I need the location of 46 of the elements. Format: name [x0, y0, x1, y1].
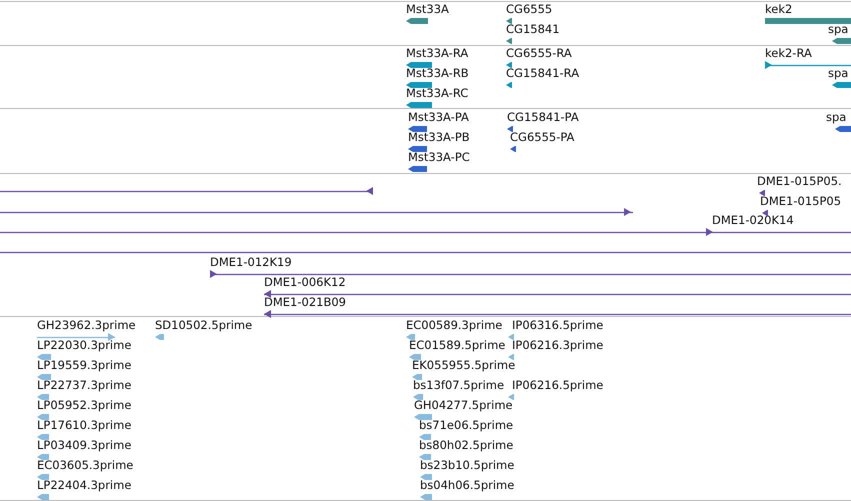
feature-label: Mst33A-PA — [408, 111, 469, 124]
feature-label: DME1-015P05 — [760, 195, 842, 208]
feature-label: LP05952.3prime — [37, 399, 132, 412]
feature-label: Mst33A-RC — [406, 87, 468, 100]
feature-label: LP19559.3prime — [37, 359, 132, 372]
feature-label: Mst33A-PB — [408, 131, 470, 144]
feature-label: kek2 — [765, 3, 792, 16]
feature-label: GH04277.5prime — [414, 399, 513, 412]
feature-label: EK055955.5prime — [412, 359, 516, 372]
feature-label: bs80h02.5prime — [419, 439, 514, 452]
feature-label: DME1-015P05. — [757, 175, 842, 188]
feature-label: CG15841 — [506, 23, 560, 36]
feature-label: EC01589.5prime — [409, 339, 506, 352]
feature-label: CG6555-PA — [510, 131, 574, 144]
feature-label: DME1-012K19 — [210, 256, 292, 269]
feature-label: LP03409.3prime — [37, 439, 132, 452]
feature-label: spa — [828, 23, 848, 36]
feature-label: GH23962.3prime — [37, 319, 136, 332]
feature-label: IP06316.5prime — [512, 319, 604, 332]
feature-label: bs23b10.5prime — [420, 459, 514, 472]
feature-label: CG15841-PA — [507, 111, 579, 124]
feature-label: Mst33A-PC — [408, 151, 470, 164]
feature-label: EC00589.3prime — [406, 319, 502, 332]
feature-label: SD10502.5prime — [155, 319, 252, 332]
feature-label: CG15841-RA — [506, 67, 580, 80]
feature-label: kek2-RA — [765, 47, 812, 60]
feature-label: IP06216.5prime — [512, 379, 604, 392]
feature-label: DME1-021B09 — [264, 296, 346, 309]
feature-label: CG6555-RA — [506, 47, 572, 60]
feature-label: LP22737.3prime — [37, 379, 132, 392]
feature-label: spa — [828, 67, 848, 80]
feature-label: EC03605.3prime — [37, 459, 134, 472]
feature-label: Mst33A-RB — [406, 67, 469, 80]
feature-label: LP22404.3prime — [37, 479, 132, 492]
feature-label: bs13f07.5prime — [413, 379, 504, 392]
feature-label: spa — [826, 111, 846, 124]
feature-label: bs71e06.5prime — [419, 419, 514, 432]
feature-label: CG6555 — [506, 3, 552, 16]
feature-label: Mst33A — [406, 3, 449, 16]
feature-label: IP06216.3prime — [512, 339, 604, 352]
feature-label: DME1-006K12 — [264, 276, 346, 289]
feature-label: LP22030.3prime — [37, 339, 132, 352]
feature-label: DME1-020K14 — [712, 214, 794, 227]
feature-label: bs04h06.5prime — [420, 479, 514, 492]
feature-label: Mst33A-RA — [406, 47, 468, 60]
feature-label: LP17610.3prime — [37, 419, 132, 432]
